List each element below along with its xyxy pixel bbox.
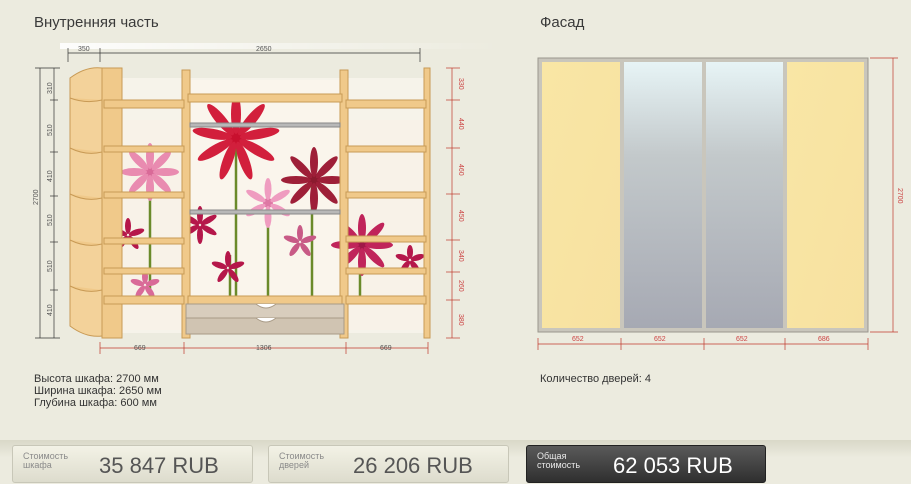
facade-dim-height: 2700 [896, 188, 903, 204]
doors-cost-value: 26 206 RUB [353, 453, 473, 478]
facade-info: Количество дверей: 4 [540, 373, 651, 385]
facade-door-2 [624, 62, 702, 328]
dim-right-0: 330 [457, 78, 464, 90]
facade-door-3 [706, 62, 783, 328]
dim-right-6: 380 [457, 314, 464, 326]
doors-cost-button[interactable]: Стоимость дверей 26 206 RUB [268, 445, 509, 483]
total-cost-button[interactable]: Общая стоимость 62 053 RUB [526, 445, 766, 483]
info-width: Ширина шкафа: 2650 мм [34, 385, 162, 397]
dim-bottom-2: 669 [380, 345, 392, 352]
facade-dim-3: 686 [818, 336, 830, 343]
facade-door-4 [787, 62, 864, 328]
cabinet-cost-value: 35 847 RUB [99, 453, 219, 478]
facade-dim-2: 652 [736, 336, 748, 343]
cabinet-cost-button[interactable]: Стоимость шкафа 35 847 RUB [12, 445, 253, 483]
info-height: Высота шкафа: 2700 мм [34, 373, 159, 385]
dim-bottom-1: 1306 [256, 345, 272, 352]
doors-cost-label: Стоимость дверей [279, 451, 325, 470]
dim-right-4: 340 [457, 250, 464, 262]
info-depth: Глубина шкафа: 600 мм [34, 397, 157, 409]
dim-left-5: 410 [47, 304, 54, 316]
dim-left-4: 510 [47, 260, 54, 272]
dim-top-depth: 350 [78, 46, 90, 53]
cabinet-cost-label: Стоимость шкафа [23, 451, 69, 470]
dim-left-1: 510 [47, 124, 54, 136]
info-doors: Количество дверей: 4 [540, 373, 651, 385]
facade-drawing: 2700 652 652 652 686 [537, 57, 903, 350]
dim-left-2: 410 [47, 170, 54, 182]
dim-left-3: 510 [47, 214, 54, 226]
facade-door-1 [542, 62, 620, 328]
dim-right-3: 450 [457, 210, 464, 222]
dim-left-height: 2700 [33, 189, 40, 205]
dim-left-0: 310 [47, 82, 54, 94]
dim-top-width: 2650 [256, 46, 272, 53]
dim-bottom-0: 669 [134, 345, 146, 352]
facade-dim-1: 652 [654, 336, 666, 343]
dim-right-2: 460 [457, 164, 464, 176]
interior-info: Высота шкафа: 2700 мм Ширина шкафа: 2650… [34, 373, 162, 409]
dim-right-5: 260 [457, 280, 464, 292]
facade-dim-0: 652 [572, 336, 584, 343]
dim-right-1: 440 [457, 118, 464, 130]
total-cost-value: 62 053 RUB [613, 453, 733, 478]
total-cost-label: Общая стоимость [537, 451, 581, 470]
interior-drawing: 350 2650 2700 310 510 410 510 510 410 33… [33, 43, 500, 354]
